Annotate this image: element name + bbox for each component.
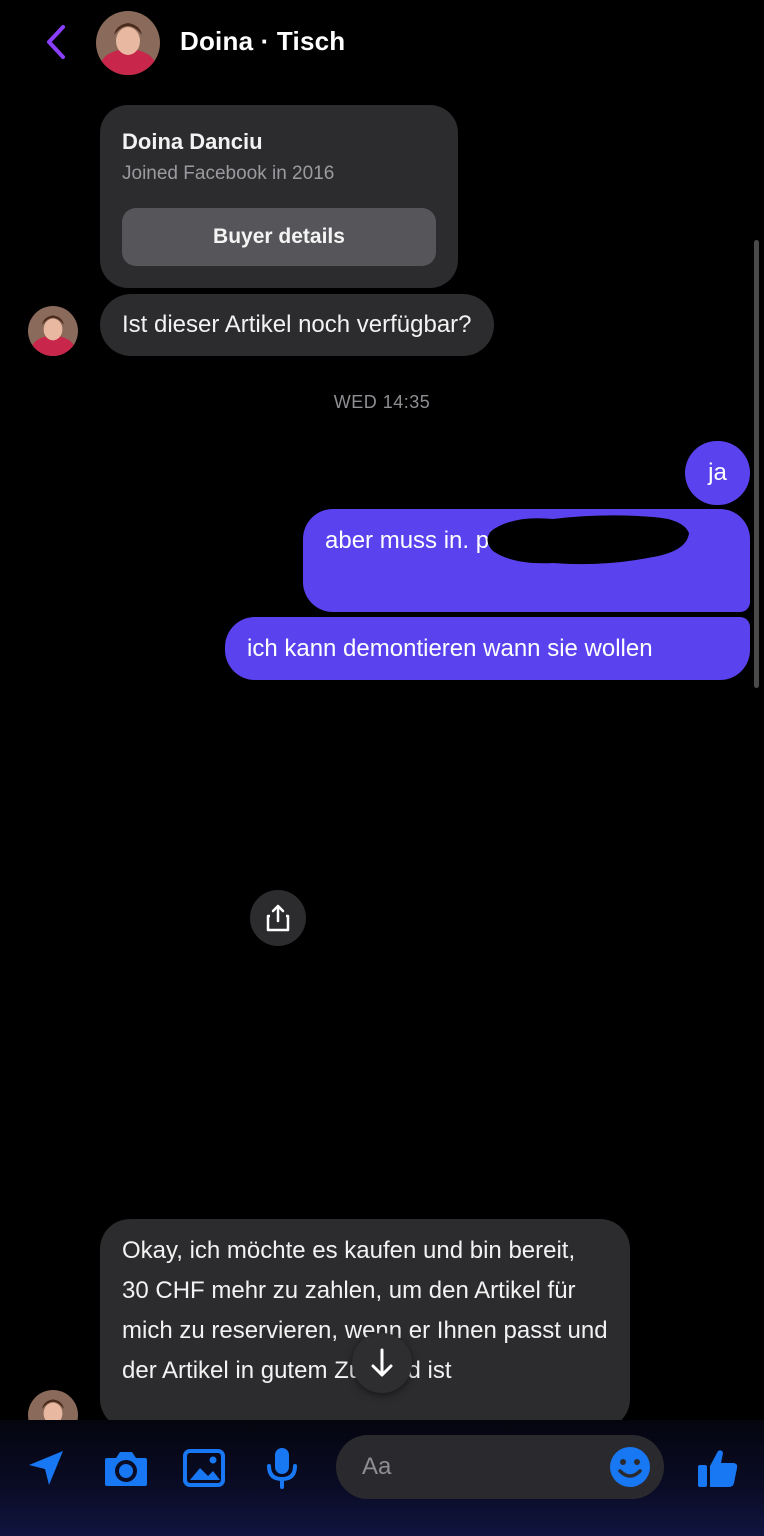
share-button[interactable] [250,890,306,946]
scroll-to-bottom-button[interactable] [352,1333,412,1393]
scrollbar[interactable] [754,240,759,688]
camera-button[interactable] [100,1442,152,1494]
chat-header: Doina · Tisch [0,0,764,88]
redaction-scribble [487,515,689,565]
message-input[interactable] [362,1435,582,1499]
message-text-before-redaction: aber muss in [325,527,463,554]
profile-name: Doina Danciu [122,129,263,154]
contact-avatar-small[interactable] [28,306,78,356]
share-icon [266,904,290,932]
contact-avatar[interactable] [96,11,160,75]
message-bubble-incoming[interactable]: Okay, ich möchte es kaufen und bin berei… [100,1219,630,1429]
message-bubble-outgoing[interactable]: ich kann demontieren wann sie wollen [225,617,750,680]
location-arrow-icon [29,1451,63,1485]
arrow-down-icon [371,1348,393,1377]
message-bubble-incoming[interactable]: Ist dieser Artikel noch verfügbar? [100,294,494,356]
like-button[interactable] [692,1442,744,1494]
emoji-icon[interactable] [608,1445,652,1489]
location-button[interactable] [20,1442,72,1494]
buyer-profile-card: Doina Danciu Joined Facebook in 2016 Buy… [100,105,458,288]
gallery-button[interactable] [178,1442,230,1494]
message-bubble-outgoing[interactable]: ja [685,441,750,505]
chat-title[interactable]: Doina · Tisch [180,26,345,57]
message-bubble-outgoing-redacted[interactable]: aber muss in. pick up nehmen [303,509,750,612]
message-timestamp: WED 14:35 [333,392,431,412]
composer-toolbar [0,1420,764,1536]
image-icon [183,1449,225,1487]
messenger-chat-screen: Doina · Tisch Doina Danciu Joined Facebo… [0,0,764,1536]
message-composer[interactable] [336,1435,664,1499]
voice-message-button[interactable] [256,1442,308,1494]
thumbs-up-icon [698,1450,738,1487]
chevron-left-icon [47,25,65,59]
back-button[interactable] [36,22,76,62]
camera-icon [105,1452,147,1486]
microphone-icon [267,1448,297,1489]
profile-joined-text: Joined Facebook in 2016 [122,163,335,184]
buyer-details-button[interactable]: Buyer details [122,208,436,266]
